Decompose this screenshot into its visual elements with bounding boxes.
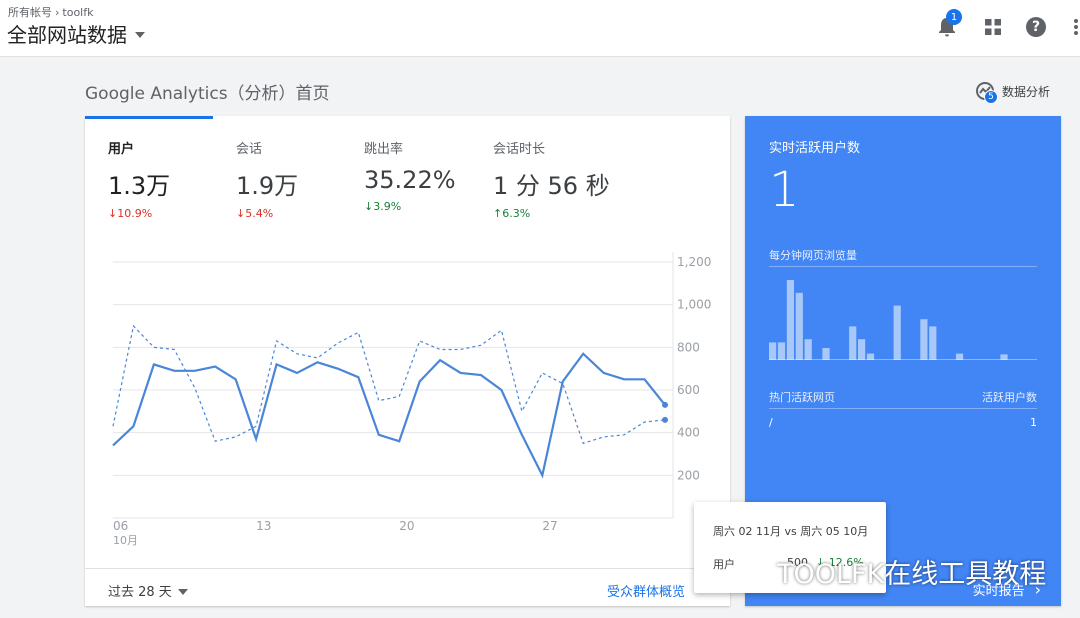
x-tick-label: 20 — [399, 519, 414, 533]
help-icon: ? — [1026, 17, 1046, 37]
breadcrumb[interactable]: 所有帐号 › toolfk — [8, 4, 93, 20]
apps-button[interactable] — [978, 12, 1008, 42]
tooltip-row-label: 用户 — [713, 558, 735, 571]
realtime-active-users: 1 — [769, 162, 800, 218]
pageview-bar — [769, 342, 777, 360]
pageviews-bar-chart — [769, 280, 1037, 360]
notification-badge: 1 — [946, 9, 962, 25]
x-tick-sublabel: 10月 — [113, 534, 138, 547]
users-line-chart[interactable]: 1,200 1,000 800 600 400 200 06 13 20 27 10月 — [85, 116, 730, 568]
date-range-label: 过去 28 天 — [108, 585, 172, 600]
breadcrumb-accounts[interactable]: 所有帐号 — [8, 6, 52, 19]
x-tick-label: 13 — [256, 519, 271, 533]
overview-card: 用户 1.3万 ↓10.9% 会话 1.9万 ↓5.4% 跳出率 35.22% … — [85, 116, 730, 606]
pageview-bar — [777, 342, 786, 360]
pageview-bar — [920, 319, 928, 360]
card-footer: 过去 28 天 受众群体概览 — [85, 568, 730, 606]
divider — [769, 408, 1037, 409]
realtime-title: 实时活跃用户数 — [769, 141, 861, 156]
y-tick-label: 1,200 — [677, 255, 711, 269]
date-range-selector[interactable]: 过去 28 天 — [108, 581, 188, 600]
top-page-users: 1 — [1030, 416, 1037, 429]
apps-grid-icon — [985, 19, 1001, 35]
property-selector[interactable]: 全部网站数据 — [7, 19, 145, 48]
breadcrumb-account[interactable]: toolfk — [62, 6, 93, 19]
active-users-header: 活跃用户数 — [982, 391, 1037, 404]
pageview-bar — [795, 292, 803, 360]
pageview-bar — [929, 326, 937, 360]
caret-down-icon — [177, 588, 188, 595]
y-tick-label: 1,000 — [677, 298, 711, 312]
divider — [769, 266, 1037, 267]
pageviews-per-minute-label: 每分钟网页浏览量 — [769, 249, 857, 262]
insights-label: 数据分析 — [1001, 84, 1050, 99]
pageview-bar — [804, 339, 812, 360]
series-line-previous — [112, 324, 666, 445]
pageview-bar — [786, 280, 794, 360]
help-button[interactable]: ? — [1021, 12, 1051, 42]
series-end-point — [662, 401, 668, 408]
y-tick-label: 800 — [677, 340, 700, 354]
y-tick-label: 200 — [677, 468, 700, 482]
pageview-bar — [858, 339, 866, 360]
x-tick-label: 27 — [542, 519, 557, 533]
page-title: Google Analytics（分析）首页 — [85, 84, 330, 104]
chevron-right-icon: › — [55, 6, 60, 19]
wechat-icon — [738, 559, 768, 582]
tooltip-title: 周六 02 11月 vs 周六 05 10月 — [713, 525, 869, 538]
y-tick-label: 400 — [677, 426, 700, 440]
insights-badge: 5 — [983, 90, 998, 104]
notifications-button[interactable]: 1 — [932, 9, 962, 42]
pageview-bar — [822, 348, 830, 360]
top-bar: 所有帐号 › toolfk 全部网站数据 1 ? — [0, 0, 1080, 57]
audience-overview-link[interactable]: 受众群体概览 — [607, 581, 685, 600]
series-end-point — [662, 416, 668, 423]
pageview-bar — [849, 326, 857, 360]
more-menu-button[interactable] — [1061, 12, 1080, 42]
series-line-current — [112, 352, 666, 479]
watermark: TOOLFK在线工具教程 — [737, 553, 1047, 590]
watermark-text: TOOLFK在线工具教程 — [777, 558, 1047, 590]
top-pages-header: 热门活跃网页 — [769, 391, 835, 404]
pageview-bar — [893, 305, 901, 360]
caret-down-icon — [135, 31, 145, 38]
insights-icon: 5 — [974, 80, 998, 104]
y-tick-label: 600 — [677, 383, 700, 397]
insights-button[interactable]: 5 数据分析 — [974, 80, 1050, 104]
top-page-path[interactable]: / — [769, 416, 773, 429]
property-title: 全部网站数据 — [7, 23, 127, 47]
x-tick-label: 06 — [113, 519, 128, 533]
more-vert-icon — [1074, 19, 1078, 35]
